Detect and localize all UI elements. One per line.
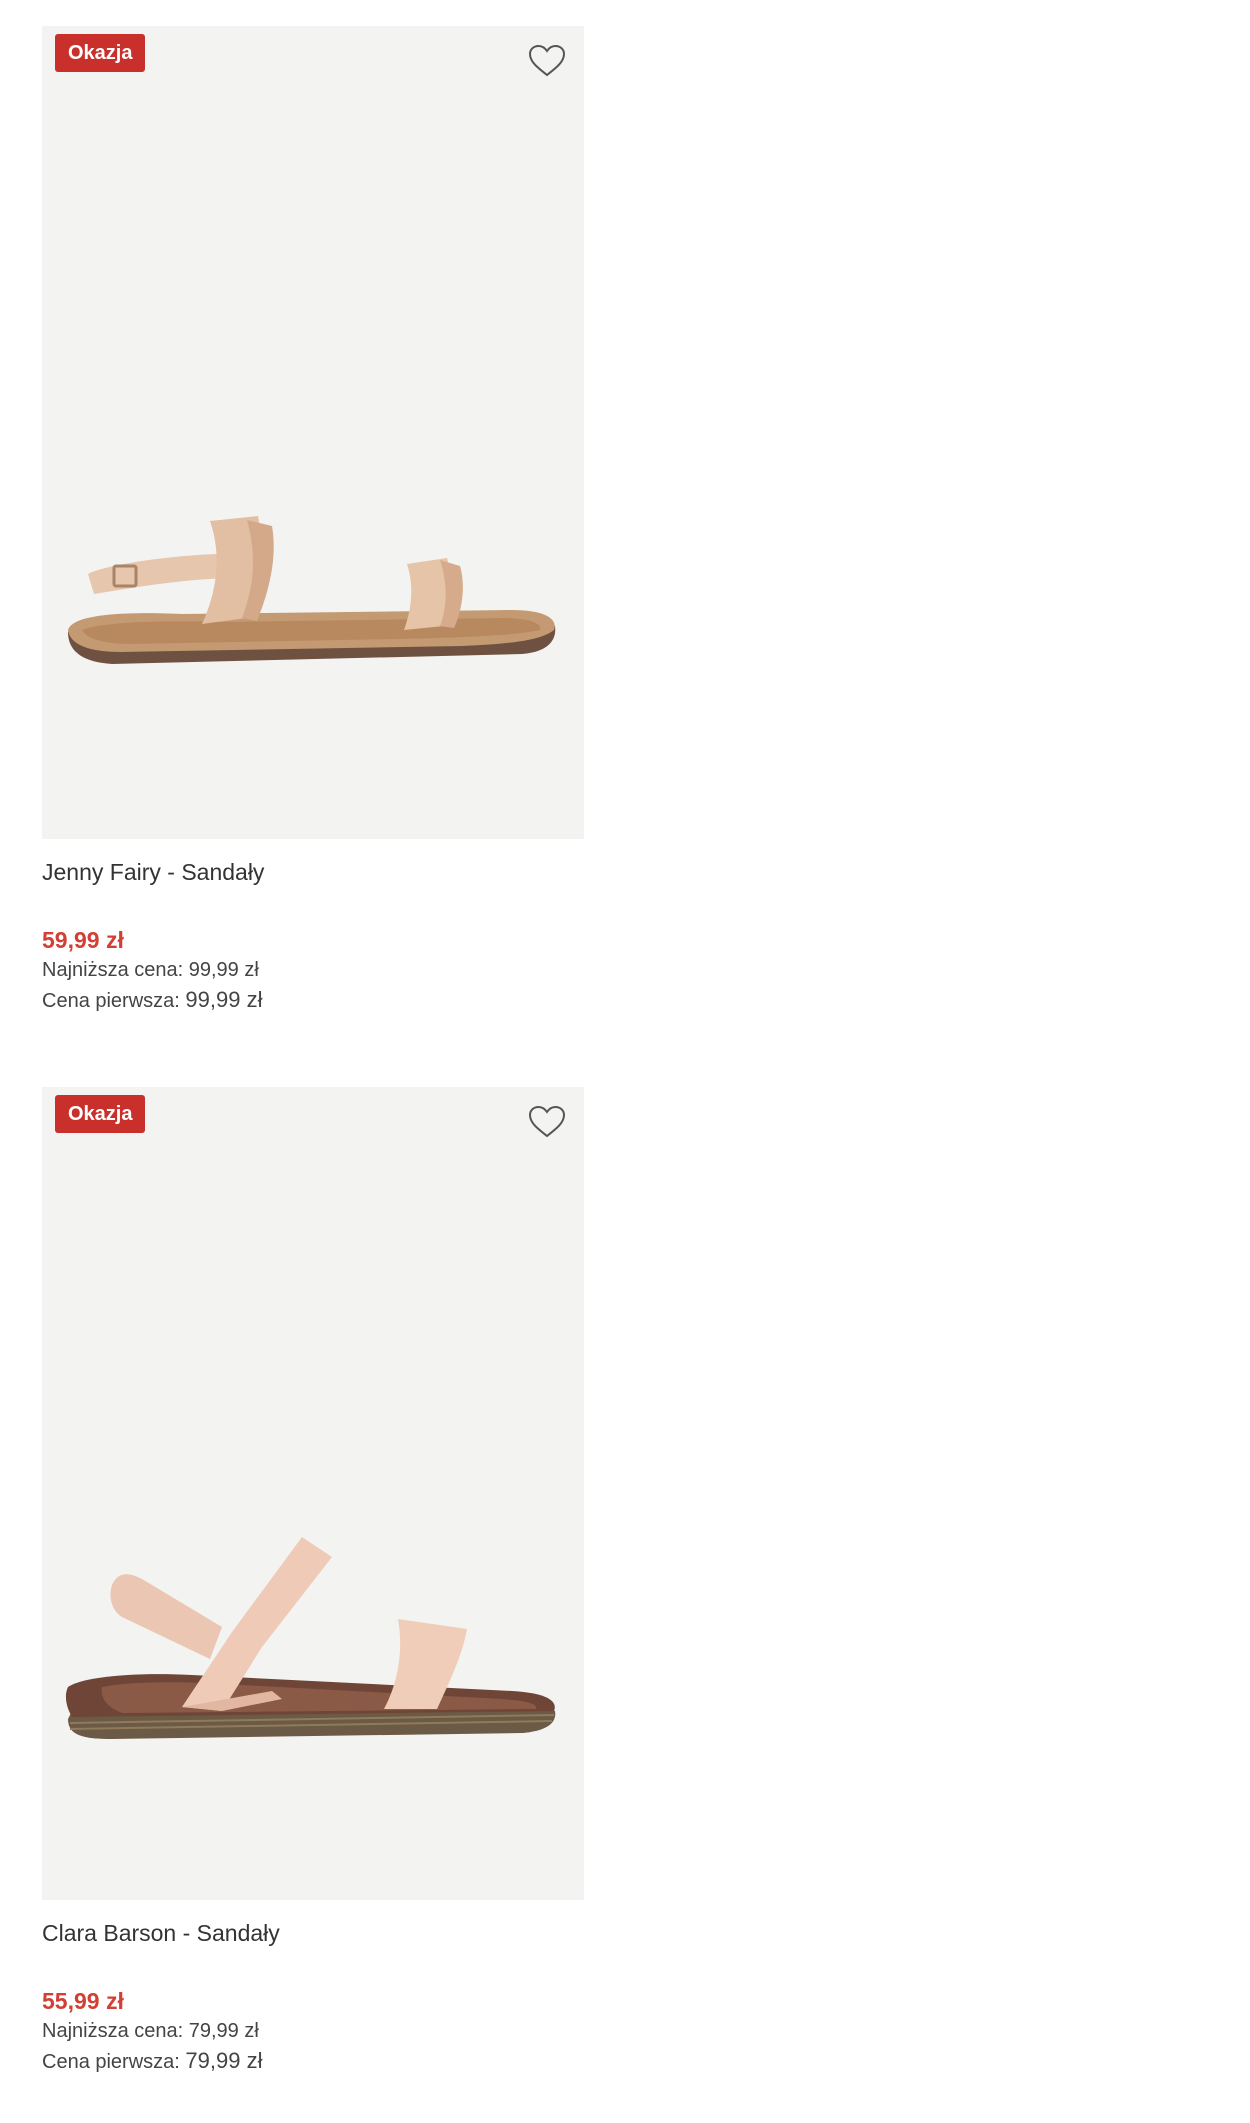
first-price-row: Cena pierwsza: 99,99 zł: [42, 985, 584, 1016]
lowest-price-row: Najniższa cena: 79,99 zł: [42, 2016, 584, 2046]
favorite-button[interactable]: [524, 38, 570, 84]
heart-outline-icon: [528, 1105, 566, 1138]
sandal-image: [65, 1537, 556, 1739]
product-image[interactable]: Okazja: [42, 1087, 584, 1900]
product-card[interactable]: Okazja Jenny Fairy - Sandały 59,99 zł Na…: [42, 26, 584, 1016]
lowest-price-label: Najniższa cena:: [42, 959, 184, 981]
first-price-row: Cena pierwsza: 79,99 zł: [42, 2046, 584, 2077]
first-price-label: Cena pierwsza:: [42, 2051, 180, 2073]
deal-badge: Okazja: [55, 1095, 146, 1133]
product-title[interactable]: Jenny Fairy - Sandały: [42, 857, 584, 887]
lowest-price-value: 79,99 zł: [188, 2020, 259, 2042]
first-price-value: 79,99 zł: [185, 2048, 263, 2073]
lowest-price-value: 99,99 zł: [188, 959, 259, 981]
first-price-value: 99,99 zł: [185, 987, 263, 1012]
product-title[interactable]: Clara Barson - Sandały: [42, 1918, 584, 1948]
product-card[interactable]: Okazja Clara Barson - Sandały 55,99 zł N…: [42, 1087, 584, 2077]
favorite-button[interactable]: [524, 1099, 570, 1145]
sale-price: 55,99 zł: [42, 1988, 124, 2014]
sale-price: 59,99 zł: [42, 927, 124, 953]
deal-badge: Okazja: [55, 34, 146, 72]
product-image[interactable]: Okazja: [42, 26, 584, 839]
lowest-price-label: Najniższa cena:: [42, 2020, 184, 2042]
heart-outline-icon: [528, 44, 566, 77]
sandal-image: [68, 516, 556, 664]
lowest-price-row: Najniższa cena: 99,99 zł: [42, 955, 584, 985]
first-price-label: Cena pierwsza:: [42, 990, 180, 1012]
